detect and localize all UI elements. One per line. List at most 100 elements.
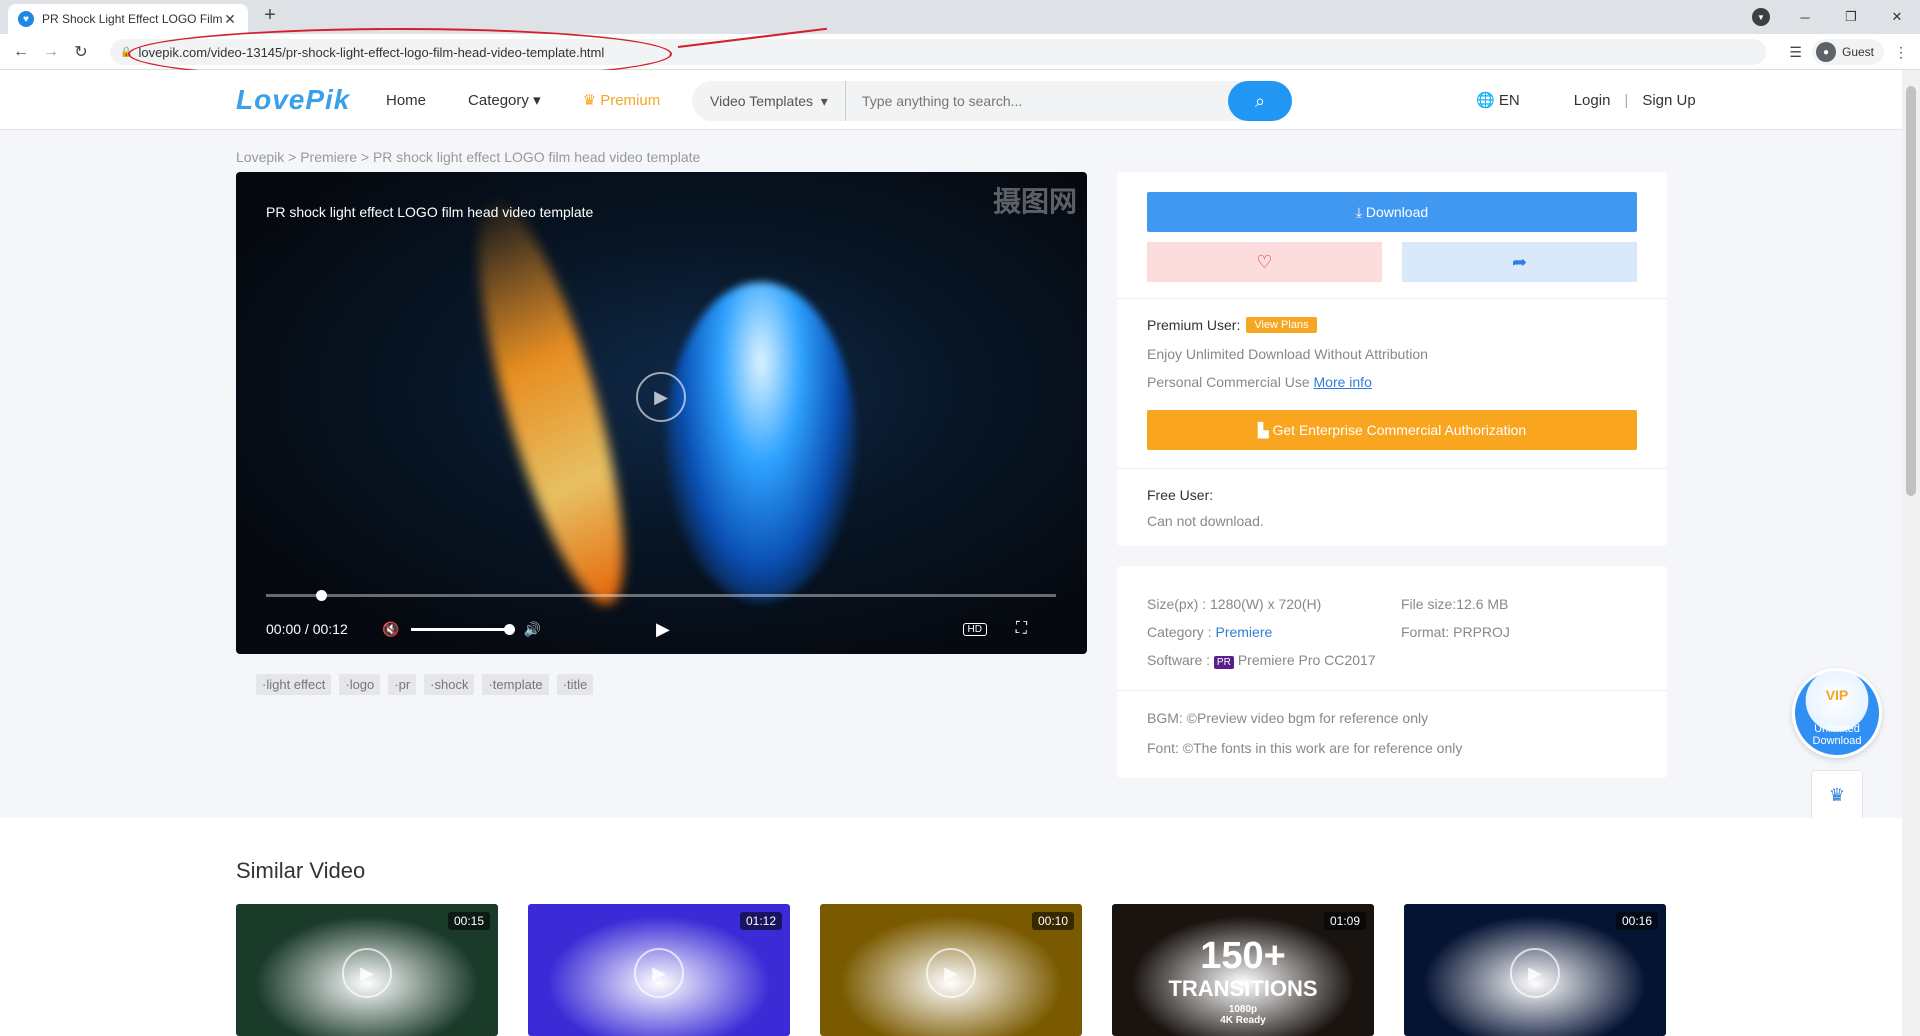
tag[interactable]: ·pr: [388, 674, 417, 695]
volume-knob[interactable]: [504, 623, 516, 635]
more-info-link[interactable]: More info: [1314, 374, 1372, 390]
favorite-button[interactable]: ♡: [1147, 242, 1382, 282]
crown-button[interactable]: ♛: [1811, 770, 1863, 820]
page-scrollbar[interactable]: [1902, 70, 1920, 1036]
volume-slider[interactable]: [411, 623, 516, 635]
divider: [1117, 298, 1667, 299]
play-icon[interactable]: ▶: [342, 948, 392, 998]
play-overlay-icon[interactable]: ▶: [636, 372, 686, 422]
download-panel: ⤓ Download ♡ ➦ Premium User: View Plans …: [1117, 172, 1667, 546]
personal-use-text: Personal Commercial Use: [1147, 374, 1310, 390]
tag[interactable]: ·shock: [424, 674, 475, 695]
format-info: Format: PRPROJ: [1401, 624, 1510, 640]
breadcrumb[interactable]: Lovepik > Premiere > PR shock light effe…: [236, 149, 700, 165]
nav-category-label: Category: [468, 92, 529, 109]
reload-icon[interactable]: ↻: [66, 42, 96, 62]
window-controls: ─ ❐ ✕: [1782, 0, 1920, 34]
play-icon[interactable]: ▶: [926, 948, 976, 998]
search-type-select[interactable]: Video Templates ▾: [692, 81, 846, 121]
enterprise-button[interactable]: ▙ Get Enterprise Commercial Authorizatio…: [1147, 410, 1637, 450]
video-card[interactable]: 00:16 ▶: [1404, 904, 1666, 1036]
heart-icon: ♡: [1256, 251, 1273, 272]
header-right: 🌐 EN Login | Sign Up: [1476, 70, 1696, 130]
vip-badge[interactable]: VIP Unlimited Download: [1792, 668, 1882, 758]
video-player[interactable]: PR shock light effect LOGO film head vid…: [236, 172, 1087, 654]
progress-bar[interactable]: [266, 590, 1056, 601]
profile-label: Guest: [1841, 45, 1874, 59]
mute-icon[interactable]: 🔇: [382, 621, 399, 638]
signup-link[interactable]: Sign Up: [1642, 92, 1695, 109]
premium-benefit-2: Personal Commercial Use More info: [1147, 374, 1372, 390]
minimize-button[interactable]: ─: [1782, 10, 1828, 25]
site-header: LovePik Home Category ▾ ♛ Premium Video …: [0, 70, 1902, 130]
scrollbar-thumb[interactable]: [1906, 86, 1916, 496]
category-info: Category : Premiere: [1147, 624, 1272, 640]
player-controls: 00:00 / 00:12 🔇 🔊 ▶ HD ⛶: [266, 616, 1057, 642]
divider: [1117, 690, 1667, 691]
play-icon[interactable]: ▶: [1510, 948, 1560, 998]
crown-small-icon: ♛: [582, 92, 597, 109]
download-button[interactable]: ⤓ Download: [1147, 192, 1637, 232]
duration-badge: 00:15: [447, 912, 490, 930]
reading-list-icon[interactable]: ☰: [1789, 44, 1802, 61]
premium-benefit-1: Enjoy Unlimited Download Without Attribu…: [1147, 346, 1428, 362]
new-tab-button[interactable]: +: [258, 4, 282, 27]
size-info: Size(px) : 1280(W) x 720(H): [1147, 596, 1322, 612]
enterprise-label: Get Enterprise Commercial Authorization: [1272, 422, 1527, 438]
premium-user-label: Premium User:: [1147, 317, 1241, 333]
play-icon[interactable]: ▶: [656, 619, 670, 640]
language-selector[interactable]: 🌐 EN: [1476, 91, 1520, 109]
header-divider: |: [1624, 91, 1629, 109]
divider: [1117, 468, 1667, 469]
share-arrow-icon: ➦: [1511, 251, 1528, 272]
tab-bar: ♥ PR Shock Light Effect LOGO Film ✕ + ▼ …: [0, 0, 1920, 34]
card-overlay-sub: 1080p 4K Ready: [1112, 1004, 1374, 1026]
nav-category[interactable]: Category ▾: [468, 91, 541, 109]
menu-icon[interactable]: ⋮: [1894, 44, 1908, 61]
volume-icon[interactable]: 🔊: [523, 621, 540, 638]
tab-title: PR Shock Light Effect LOGO Film: [42, 12, 222, 26]
free-user-note: Can not download.: [1147, 513, 1264, 529]
view-plans-button[interactable]: View Plans: [1246, 317, 1317, 333]
chevron-down-icon: ▾: [533, 92, 541, 109]
avatar-icon: ●: [1815, 42, 1836, 62]
browser-tab[interactable]: ♥ PR Shock Light Effect LOGO Film ✕: [8, 4, 248, 34]
login-link[interactable]: Login: [1574, 92, 1611, 109]
search-type-label: Video Templates: [710, 93, 813, 109]
progress-knob[interactable]: [316, 590, 328, 601]
nav-premium[interactable]: ♛ Premium: [583, 91, 661, 109]
duration-badge: 00:16: [1615, 912, 1658, 930]
duration-badge: 00:10: [1031, 912, 1074, 930]
video-card[interactable]: 00:15 ▶: [236, 904, 498, 1036]
hd-button[interactable]: HD: [962, 622, 987, 636]
profile-button[interactable]: ● Guest: [1811, 39, 1884, 65]
back-icon[interactable]: ←: [6, 43, 36, 61]
category-label: Category :: [1147, 624, 1216, 640]
video-card[interactable]: 00:10 ▶: [820, 904, 1082, 1036]
watermark: 摄图网: [992, 186, 1077, 217]
video-title: PR shock light effect LOGO film head vid…: [266, 204, 594, 220]
tab-search-icon[interactable]: ▼: [1752, 8, 1770, 26]
tag[interactable]: ·logo: [339, 674, 381, 695]
category-link[interactable]: Premiere: [1215, 624, 1272, 640]
time-current: 00:00: [266, 621, 302, 637]
search-input[interactable]: [846, 81, 1228, 121]
tag[interactable]: ·light effect: [256, 674, 332, 695]
search-button[interactable]: ⌕: [1228, 81, 1292, 121]
video-card[interactable]: 01:09 150+ TRANSITIONS 1080p 4K Ready: [1112, 904, 1374, 1036]
card-overlay-text: TRANSITIONS: [1168, 976, 1318, 1001]
tab-close-icon[interactable]: ✕: [222, 11, 238, 28]
nav-home[interactable]: Home: [386, 92, 426, 109]
video-card[interactable]: 01:12 ▶: [528, 904, 790, 1036]
tag[interactable]: ·template: [482, 674, 549, 695]
tag[interactable]: ·title: [556, 674, 594, 695]
card-overlay-4k: 4K Ready: [1220, 1015, 1266, 1026]
play-icon[interactable]: ▶: [634, 948, 684, 998]
forward-icon[interactable]: →: [36, 43, 66, 61]
share-button[interactable]: ➦: [1402, 242, 1637, 282]
close-window-button[interactable]: ✕: [1874, 9, 1920, 25]
restore-button[interactable]: ❐: [1828, 9, 1874, 25]
fullscreen-icon[interactable]: ⛶: [1016, 620, 1027, 638]
favicon-icon: ♥: [18, 11, 34, 27]
site-logo[interactable]: LovePik: [236, 84, 350, 116]
